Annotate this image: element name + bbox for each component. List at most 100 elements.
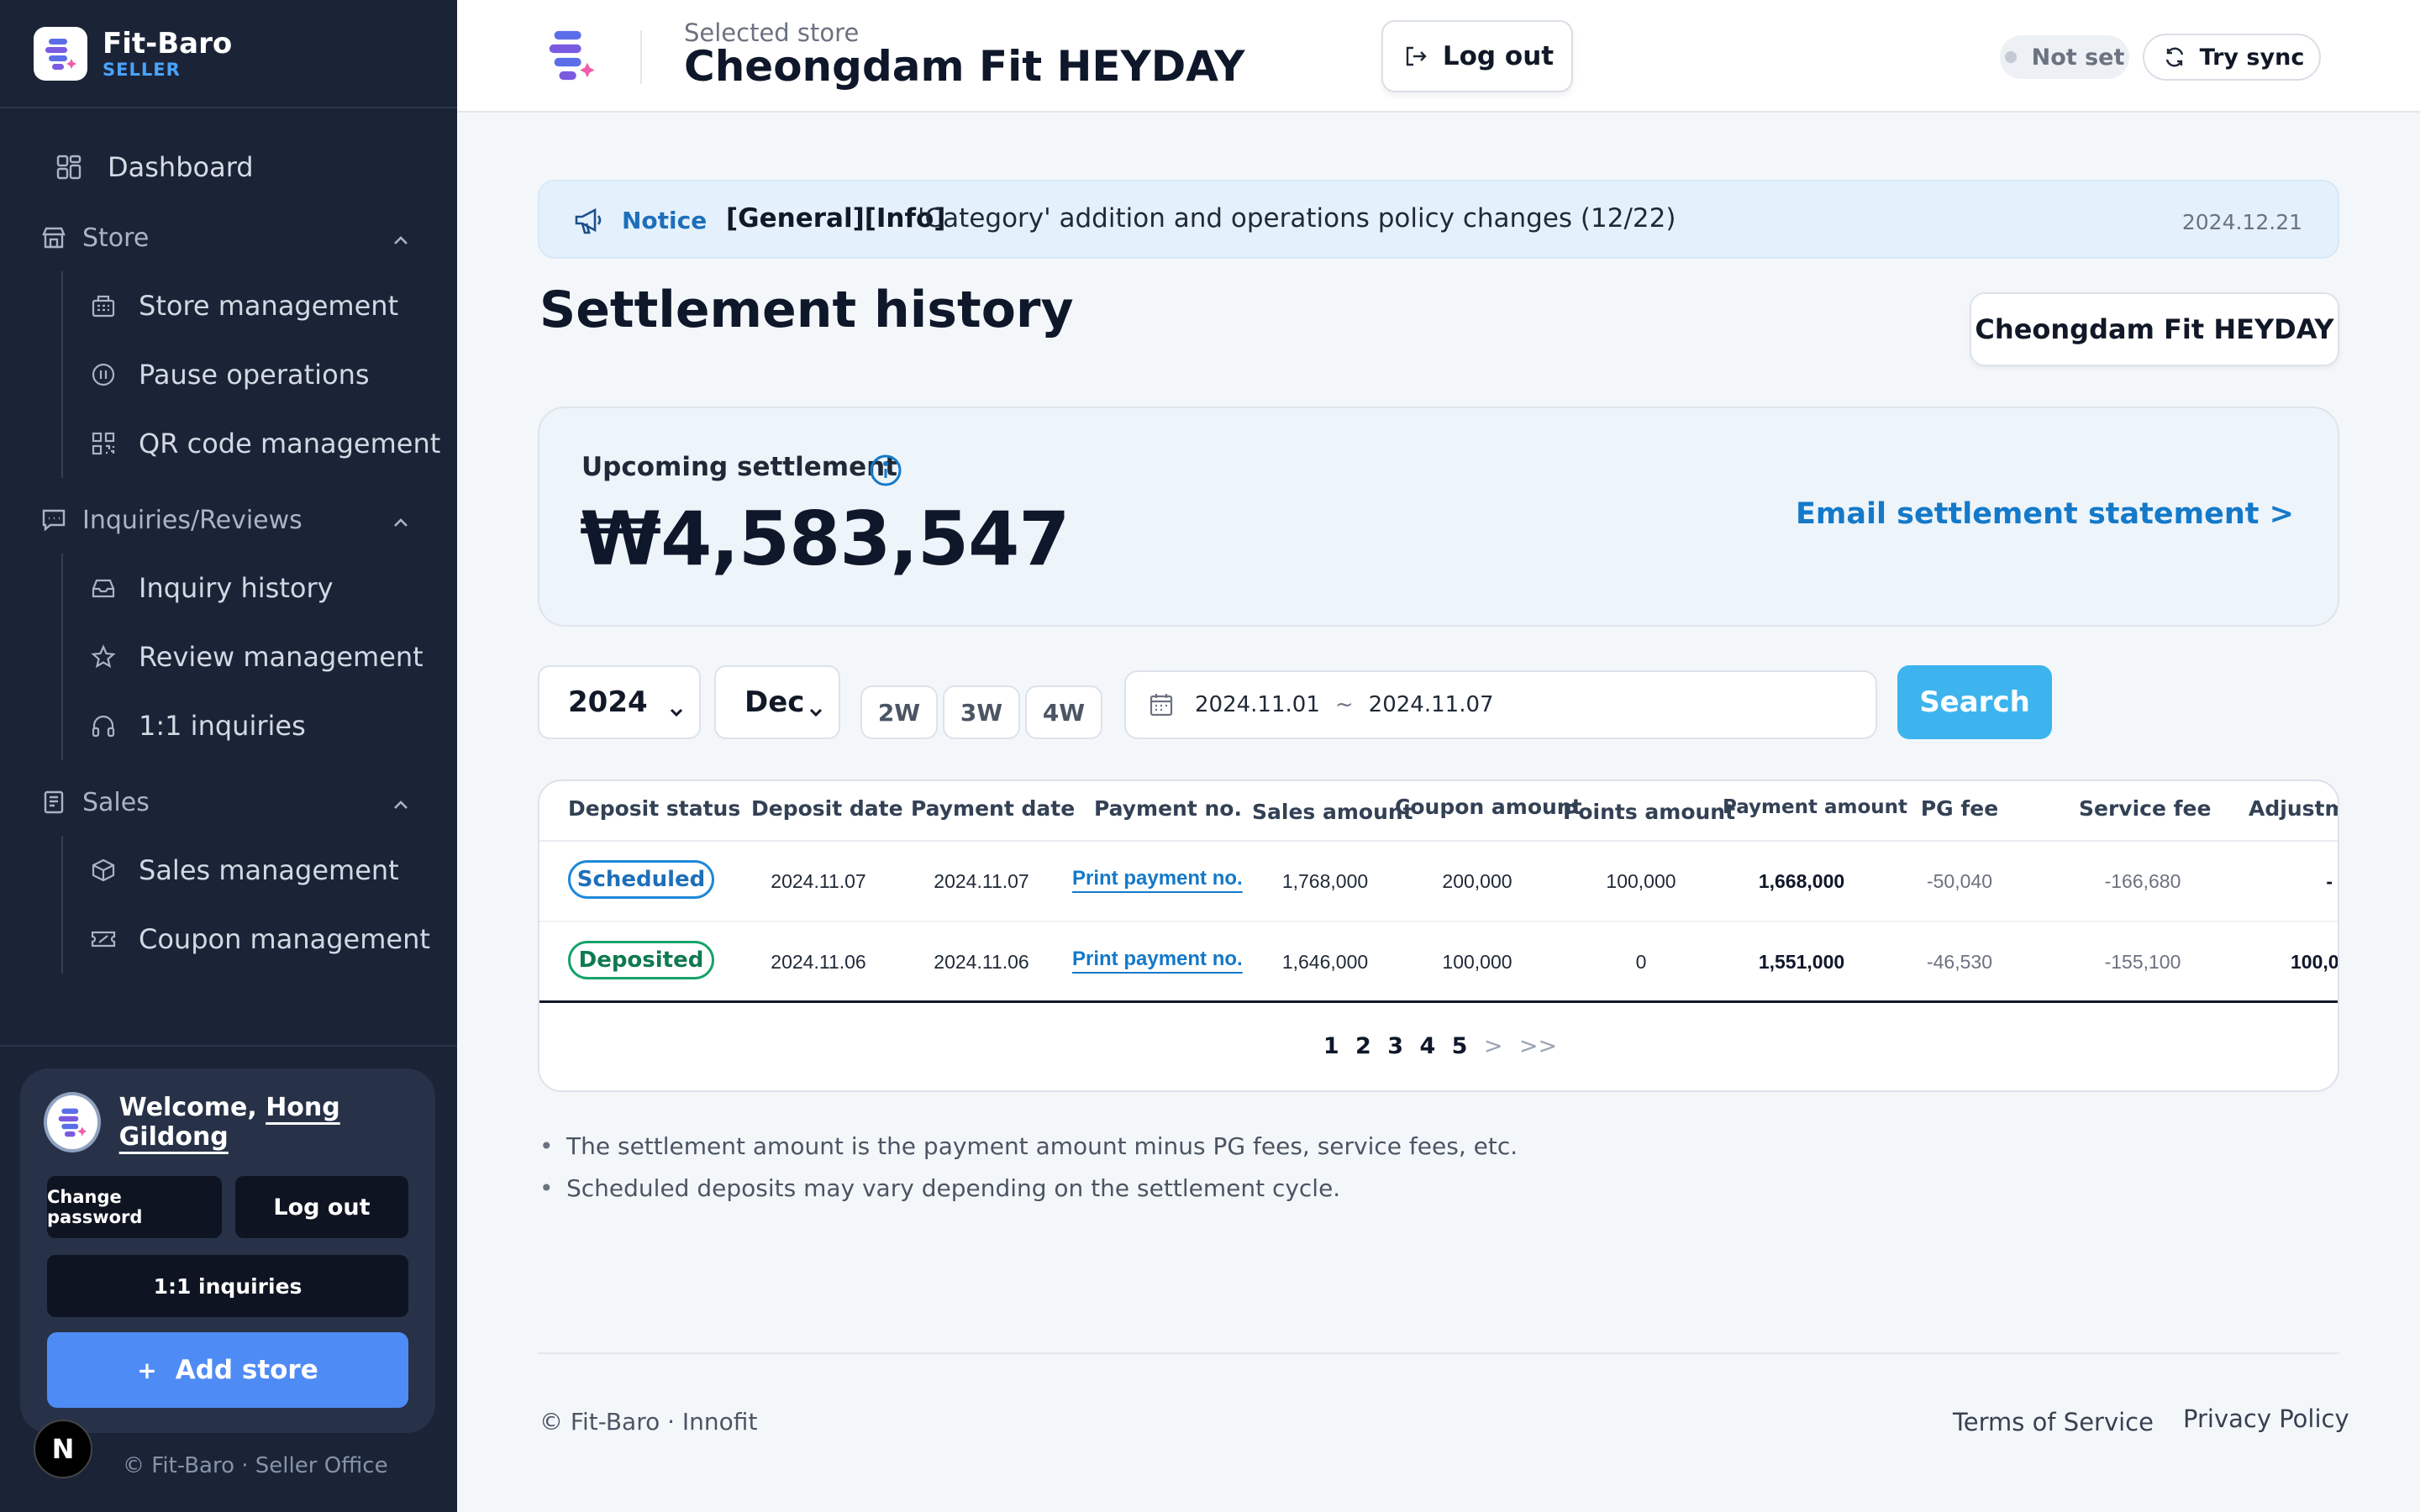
notice-banner[interactable]: Notice [General][Info] 'Category' additi… (538, 180, 2339, 259)
sidebar-section-sales[interactable]: Sales (0, 769, 457, 836)
last-page-link[interactable]: >> (1519, 1033, 1557, 1059)
sidebar-divider (0, 107, 457, 108)
service-fee-cell: -155,100 (2104, 951, 2181, 973)
sidebar-copyright: © Fit-Baro · Seller Office (123, 1453, 388, 1478)
box-icon (88, 855, 118, 885)
pause-icon (88, 360, 118, 390)
store-icon (39, 223, 69, 253)
sidebar-item-pause-operations[interactable]: Pause operations (63, 340, 457, 409)
fit-baro-logo-icon (34, 27, 87, 81)
avatar[interactable] (44, 1092, 101, 1152)
footer-copyright: © Fit-Baro · Innofit (539, 1408, 758, 1436)
sidebar-section-label: Store (82, 223, 150, 253)
column-header: Deposit date (751, 796, 903, 821)
sidebar-item-label: Store management (139, 290, 399, 322)
date-range-input[interactable]: 2024.11.01 ~ 2024.11.07 (1124, 670, 1877, 739)
notice-text: 'Category' addition and operations polic… (918, 203, 1676, 234)
sidebar-item-sales-management[interactable]: Sales management (63, 836, 457, 905)
sidebar-item-qr-code-management[interactable]: QR code management (63, 409, 457, 478)
try-sync-label: Try sync (2199, 44, 2305, 71)
chevron-down-icon (807, 696, 825, 729)
sidebar-section-label: Inquiries/Reviews (82, 505, 302, 535)
upcoming-settlement-label: Upcoming settlement (581, 452, 897, 482)
logout-icon (1401, 41, 1431, 71)
pg-fee-cell: -46,530 (1926, 951, 1992, 973)
brand[interactable]: Fit-Baro SELLER (34, 25, 232, 82)
try-sync-button[interactable]: Try sync (2143, 34, 2321, 81)
plus-icon: + (137, 1356, 157, 1384)
date-from: 2024.11.01 (1195, 692, 1320, 717)
add-store-button[interactable]: + Add store (47, 1332, 408, 1408)
upcoming-settlement-amount: ₩4,583,547 (580, 496, 1071, 582)
print-payment-no-link[interactable]: Print payment no. (1072, 948, 1243, 971)
sales-amount-cell: 1,646,000 (1281, 951, 1369, 973)
page-link[interactable]: 2 (1355, 1033, 1371, 1059)
column-header: Deposit status (568, 796, 741, 821)
calendar-icon (1146, 690, 1176, 720)
email-settlement-statement-link[interactable]: Email settlement statement > (1796, 497, 2294, 531)
inquiries-submenu: Inquiry history Review management 1:1 in… (61, 554, 457, 760)
two-week-button[interactable]: 2W (860, 685, 938, 739)
sidebar-section-store[interactable]: Store (0, 204, 457, 271)
month-select[interactable]: Dec (714, 665, 840, 739)
sidebar-section-inquiries-reviews[interactable]: Inquiries/Reviews (0, 486, 457, 554)
sidebar-logout-button[interactable]: Log out (235, 1176, 408, 1238)
table-row: Deposited 2024.11.06 2024.11.06 Print pa… (539, 922, 2339, 1003)
fit-baro-logo-icon[interactable] (544, 29, 598, 82)
upcoming-settlement-card: Upcoming settlement ₩4,583,547 Email set… (538, 407, 2339, 627)
dev-tools-badge[interactable]: N (34, 1420, 92, 1478)
privacy-policy-link[interactable]: Privacy Policy (2183, 1404, 2349, 1433)
receipt-icon (39, 787, 69, 817)
points-amount-cell: 100,000 (1606, 870, 1676, 892)
sidebar-item-one-to-one-inquiries[interactable]: 1:1 inquiries (63, 691, 457, 760)
pg-fee-cell: -50,040 (1926, 870, 1992, 892)
user-card: Welcome, Hong Gildong Change password Lo… (20, 1068, 435, 1433)
store-selector-chip[interactable]: Cheongdam Fit HEYDAY (1970, 292, 2339, 366)
search-button[interactable]: Search (1897, 665, 2052, 739)
sidebar-divider (0, 1045, 457, 1047)
print-payment-no-link[interactable]: Print payment no. (1072, 867, 1243, 890)
adjustment-cell: 100,0 (2291, 951, 2339, 973)
selected-store-name: Cheongdam Fit HEYDAY (684, 42, 1245, 91)
chevron-up-icon (392, 510, 410, 539)
four-week-button[interactable]: 4W (1025, 685, 1102, 739)
sidebar-item-review-management[interactable]: Review management (63, 622, 457, 691)
sidebar-item-coupon-management[interactable]: Coupon management (63, 905, 457, 974)
sidebar-item-label: Review management (139, 641, 424, 673)
change-password-button[interactable]: Change password (47, 1176, 222, 1238)
sidebar-item-label: Coupon management (139, 923, 430, 955)
note-item: Scheduled deposits may vary depending on… (539, 1168, 1518, 1210)
column-header: Service fee (2079, 796, 2212, 821)
sidebar-item-label: QR code management (139, 428, 441, 459)
info-icon[interactable] (869, 454, 902, 491)
welcome-label: Welcome, (118, 1093, 257, 1122)
welcome-text: Welcome, Hong Gildong (119, 1093, 435, 1152)
notice-label: Notice (622, 207, 708, 234)
year-select[interactable]: 2024 (538, 665, 701, 739)
page-link[interactable]: 5 (1452, 1033, 1468, 1059)
next-page-link[interactable]: > (1484, 1033, 1503, 1059)
three-week-button[interactable]: 3W (943, 685, 1020, 739)
coupon-amount-cell: 200,000 (1442, 870, 1512, 892)
column-header: Points amount (1563, 800, 1736, 824)
sidebar-inquiries-button[interactable]: 1:1 inquiries (47, 1255, 408, 1317)
qr-code-icon (88, 428, 118, 459)
sidebar-item-label: Dashboard (108, 151, 254, 183)
column-header: Payment no. (1094, 796, 1242, 821)
terms-of-service-link[interactable]: Terms of Service (1953, 1408, 2154, 1436)
chevron-up-icon (392, 228, 410, 257)
pagination: 1 2 3 4 5 > >> (539, 1033, 2338, 1059)
sidebar-item-store-management[interactable]: Store management (63, 271, 457, 340)
service-fee-cell: -166,680 (2104, 870, 2181, 892)
sidebar-item-dashboard[interactable]: Dashboard (0, 130, 457, 204)
sales-amount-cell: 1,768,000 (1281, 870, 1369, 892)
sidebar-item-inquiry-history[interactable]: Inquiry history (63, 554, 457, 622)
page-link[interactable]: 4 (1419, 1033, 1435, 1059)
header-logout-button[interactable]: Log out (1381, 20, 1573, 92)
sidebar: Fit-Baro SELLER Dashboard Store Store ma… (0, 0, 457, 1512)
sidebar-section-label: Sales (82, 787, 150, 817)
headphones-icon (88, 711, 118, 741)
page-link[interactable]: 1 (1323, 1033, 1339, 1059)
page-link[interactable]: 3 (1387, 1033, 1403, 1059)
deposit-date-cell: 2024.11.06 (771, 951, 866, 973)
